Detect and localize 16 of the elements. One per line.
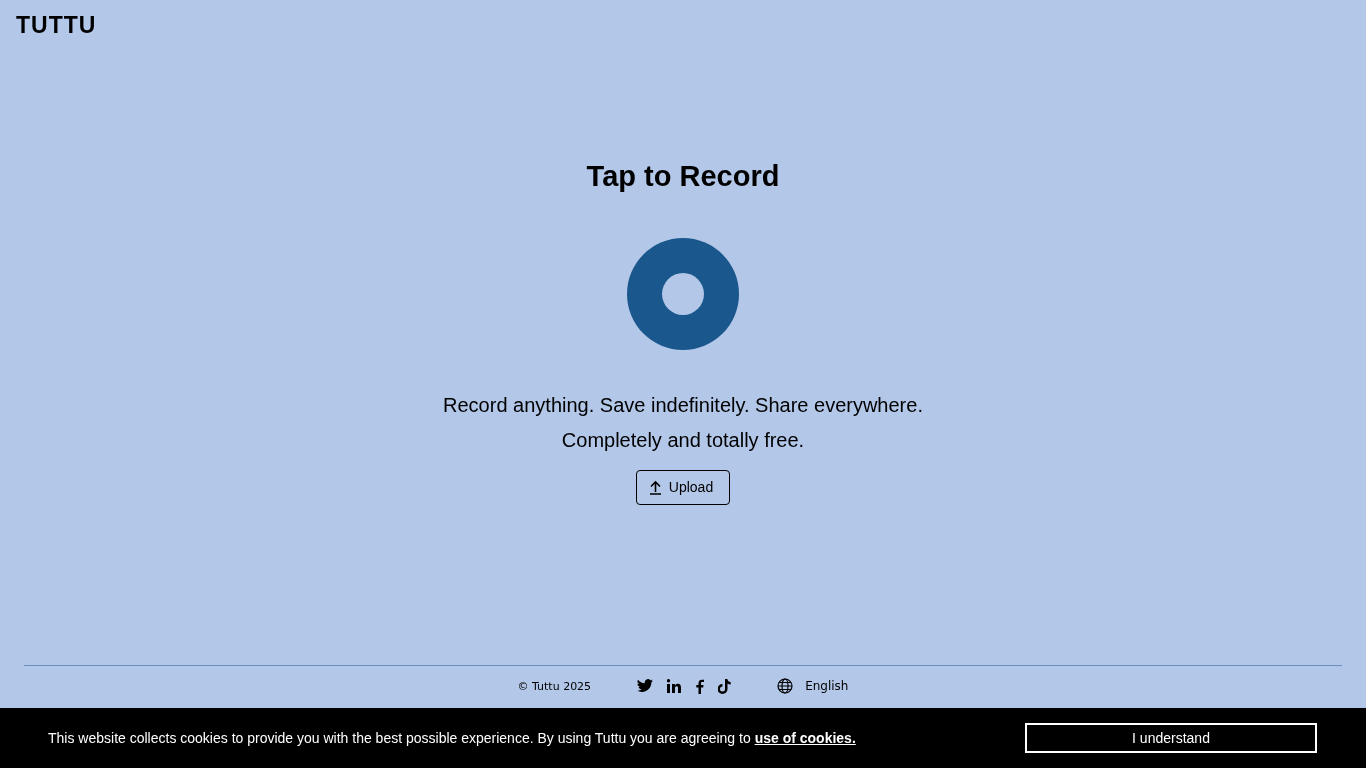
logo[interactable]: TUTTU	[16, 12, 97, 38]
tagline: Record anything. Save indefinitely. Share everywhere.	[443, 393, 923, 418]
language-selector[interactable]: English	[805, 679, 849, 693]
upload-button[interactable]: Upload	[635, 470, 731, 505]
globe-icon	[777, 678, 794, 694]
facebook-icon[interactable]	[695, 678, 705, 694]
cookie-message: This website collects cookies to provide you with the best possible experience. By using Tuttu you are agreeing to use of cookies.	[48, 730, 856, 746]
bird-icon[interactable]	[637, 679, 654, 693]
page-title: Tap to Record	[586, 159, 780, 194]
cookie-policy-link[interactable]: use of cookies.	[754, 730, 856, 746]
linkedin-icon[interactable]	[667, 679, 682, 693]
accept-cookies-button[interactable]: I understand	[1025, 723, 1317, 753]
music-note-icon[interactable]	[718, 678, 732, 694]
copyright-text: © Tuttu 2025	[517, 679, 592, 693]
tagline: Completely and totally free.	[561, 428, 805, 453]
upload-icon	[648, 479, 662, 495]
